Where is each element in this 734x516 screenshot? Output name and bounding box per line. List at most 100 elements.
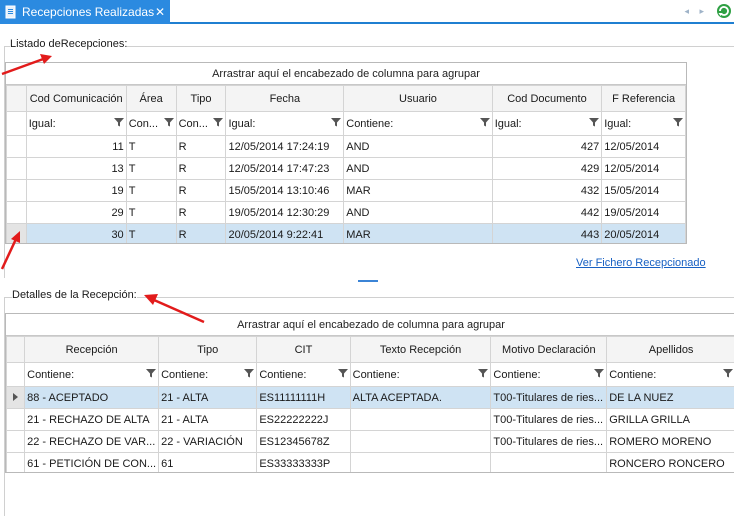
table-cell[interactable]: 12/05/2014 (601, 135, 686, 158)
table-cell[interactable]: 427 (491, 135, 603, 158)
table-row[interactable]: 22 - RECHAZO DE VAR... 22 - VARIACIÓN ES12… (6, 430, 734, 453)
table-cell[interactable] (349, 408, 492, 431)
funnel-icon[interactable] (331, 117, 342, 130)
table-cell[interactable]: ES33333333P (256, 452, 351, 472)
row-indicator[interactable] (6, 157, 27, 180)
funnel-icon[interactable] (213, 117, 224, 130)
table-cell[interactable]: 12/05/2014 17:24:19 (225, 135, 345, 158)
table-cell[interactable]: 19/05/2014 12:30:29 (225, 201, 345, 224)
column-filter[interactable]: Contiene: (349, 362, 492, 387)
table-row[interactable]: 61 - PETICIÓN DE CON... 61 ES33333333P RONC… (6, 452, 734, 472)
funnel-icon[interactable] (478, 368, 489, 381)
table-cell[interactable]: 15/05/2014 13:10:46 (225, 179, 345, 202)
table-cell[interactable]: 20/05/2014 9:22:41 (225, 223, 345, 243)
refresh-icon[interactable] (716, 3, 732, 19)
column-header[interactable]: Motivo Declaración (490, 336, 608, 363)
table-cell[interactable]: 61 - PETICIÓN DE CON... (24, 452, 160, 472)
column-filter[interactable]: Contiene: (158, 362, 258, 387)
group-drop-zone[interactable]: Arrastrar aquí el encabezado de columna … (6, 314, 734, 336)
table-cell[interactable]: R (175, 135, 227, 158)
column-filter[interactable]: Con... (125, 111, 177, 136)
column-filter[interactable]: Contiene: (606, 362, 734, 387)
table-cell[interactable]: ES22222222J (256, 408, 351, 431)
column-filter[interactable]: Contiene: (343, 111, 493, 136)
table-cell[interactable]: R (175, 201, 227, 224)
funnel-icon[interactable] (163, 117, 174, 130)
table-cell[interactable]: T (125, 157, 177, 180)
table-cell[interactable]: 12/05/2014 17:47:23 (225, 157, 345, 180)
funnel-icon[interactable] (673, 117, 683, 130)
table-cell[interactable]: MAR (343, 179, 493, 202)
group-drop-zone[interactable]: Arrastrar aquí el encabezado de columna … (6, 63, 686, 85)
table-cell[interactable]: DE LA NUEZ (606, 386, 734, 409)
column-header[interactable]: Fecha (225, 85, 345, 112)
funnel-icon[interactable] (723, 368, 733, 381)
table-cell[interactable]: T00-Titulares de ries... (490, 408, 608, 431)
column-header[interactable]: Tipo (158, 336, 258, 363)
column-header[interactable]: CIT (256, 336, 351, 363)
row-indicator[interactable] (6, 179, 27, 202)
table-row[interactable]: 88 - ACEPTADO 21 - ALTA ES11111111H ALTA AC… (6, 386, 734, 409)
table-cell[interactable]: T (125, 201, 177, 224)
close-icon[interactable]: ✕ (154, 5, 166, 19)
table-row[interactable]: 19 T R 15/05/2014 13:10:46 MAR 432 15/05/2014 (6, 179, 686, 202)
column-header[interactable]: Usuario (343, 85, 493, 112)
funnel-icon[interactable] (146, 368, 157, 381)
table-cell[interactable] (490, 452, 608, 472)
row-indicator[interactable] (6, 386, 26, 409)
funnel-icon[interactable] (594, 368, 605, 381)
funnel-icon[interactable] (337, 368, 348, 381)
funnel-icon[interactable] (589, 117, 600, 130)
table-cell[interactable]: 11 (25, 135, 127, 158)
table-cell[interactable]: 88 - ACEPTADO (24, 386, 160, 409)
row-indicator[interactable] (6, 452, 26, 472)
table-cell[interactable] (349, 452, 492, 472)
column-header[interactable]: Cod Comunicación (25, 85, 127, 112)
tab-recepciones-realizadas[interactable]: Recepciones Realizadas ✕ (0, 0, 170, 24)
table-cell[interactable]: ROMERO MORENO (606, 430, 734, 453)
table-cell[interactable]: 21 - ALTA (158, 408, 258, 431)
row-indicator[interactable] (6, 430, 26, 453)
column-filter[interactable]: Igual: (25, 111, 127, 136)
funnel-icon[interactable] (479, 117, 490, 130)
table-cell[interactable]: T00-Titulares de ries... (490, 386, 608, 409)
column-filter[interactable]: Contiene: (256, 362, 351, 387)
table-cell[interactable]: ES11111111H (256, 386, 351, 409)
column-filter[interactable]: Contiene: (24, 362, 160, 387)
column-header[interactable]: Texto Recepción (349, 336, 492, 363)
table-cell[interactable]: R (175, 179, 227, 202)
table-row[interactable]: 11 T R 12/05/2014 17:24:19 AND 427 12/05/2014 (6, 135, 686, 158)
table-cell[interactable]: 21 - RECHAZO DE ALTA (24, 408, 160, 431)
tab-nav-arrows[interactable]: ◂ ▸ (684, 6, 708, 17)
column-filter[interactable]: Con... (175, 111, 227, 136)
funnel-icon[interactable] (244, 368, 255, 381)
table-cell[interactable]: 30 (25, 223, 127, 243)
table-cell[interactable]: 432 (491, 179, 603, 202)
table-cell[interactable]: ALTA ACEPTADA. (349, 386, 492, 409)
table-cell[interactable]: T (125, 135, 177, 158)
table-cell[interactable]: R (175, 223, 227, 243)
ver-fichero-link[interactable]: Ver Fichero Recepcionado (576, 257, 706, 269)
table-cell[interactable]: GRILLA GRILLA (606, 408, 734, 431)
table-cell[interactable]: 61 (158, 452, 258, 472)
table-cell[interactable]: 20/05/2014 (601, 223, 686, 243)
table-cell[interactable]: AND (343, 201, 493, 224)
table-row[interactable]: 29 T R 19/05/2014 12:30:29 AND 442 19/05/2014 (6, 201, 686, 224)
column-filter[interactable]: Igual: (225, 111, 345, 136)
column-header[interactable]: Tipo (175, 85, 227, 112)
table-cell[interactable]: 29 (25, 201, 127, 224)
row-indicator[interactable] (6, 408, 26, 431)
table-cell[interactable]: AND (343, 135, 493, 158)
row-indicator[interactable] (6, 201, 27, 224)
splitter-handle[interactable] (358, 280, 378, 282)
table-cell[interactable]: 12/05/2014 (601, 157, 686, 180)
table-cell[interactable]: ES12345678Z (256, 430, 351, 453)
row-indicator[interactable] (6, 135, 27, 158)
table-cell[interactable]: 22 - VARIACIÓN (158, 430, 258, 453)
table-cell[interactable]: T (125, 179, 177, 202)
table-cell[interactable]: RONCERO RONCERO (606, 452, 734, 472)
table-cell[interactable]: T (125, 223, 177, 243)
column-header[interactable]: Apellidos (606, 336, 734, 363)
table-cell[interactable]: 21 - ALTA (158, 386, 258, 409)
table-cell[interactable]: MAR (343, 223, 493, 243)
